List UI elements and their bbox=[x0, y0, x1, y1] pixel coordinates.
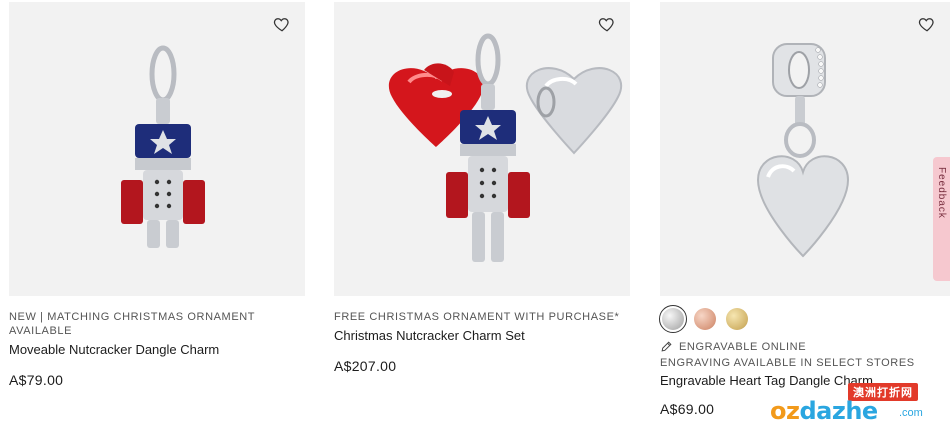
nutcracker-charm-image bbox=[121, 45, 205, 248]
metal-swatches bbox=[659, 305, 950, 333]
watermark-wordmark: ozdazhe bbox=[770, 397, 878, 425]
feedback-tab[interactable]: Feedback bbox=[933, 157, 950, 281]
product-card[interactable]: NEW | MATCHING CHRISTMAS ORNAMENT AVAILA… bbox=[9, 2, 305, 388]
watermark-domain: .com bbox=[899, 407, 923, 419]
wishlist-heart-icon[interactable] bbox=[598, 15, 616, 33]
product-image[interactable] bbox=[9, 2, 305, 296]
product-image[interactable] bbox=[660, 2, 950, 296]
swatch-silver[interactable] bbox=[659, 305, 687, 333]
product-price: A$79.00 bbox=[9, 372, 64, 388]
nutcracker-charm-set-image bbox=[388, 33, 622, 262]
product-tag: NEW | MATCHING CHRISTMAS ORNAMENT AVAILA… bbox=[9, 311, 255, 337]
watermark-logo: 澳洲打折网 ozdazhe .com bbox=[760, 377, 950, 433]
engravable-badge: ENGRAVABLE ONLINE bbox=[660, 340, 950, 353]
product-tag: FREE CHRISTMAS ORNAMENT WITH PURCHASE* bbox=[334, 311, 620, 323]
heart-tag-charm-image bbox=[756, 43, 850, 258]
product-name-link[interactable]: Christmas Nutcracker Charm Set bbox=[334, 328, 630, 344]
product-card[interactable]: ENGRAVABLE ONLINE ENGRAVING AVAILABLE IN… bbox=[659, 2, 950, 417]
product-price: A$207.00 bbox=[334, 358, 397, 374]
feedback-label: Feedback bbox=[936, 167, 947, 219]
swatch-gold[interactable] bbox=[726, 308, 748, 330]
product-card[interactable]: FREE CHRISTMAS ORNAMENT WITH PURCHASE* C… bbox=[334, 2, 630, 374]
product-tag: ENGRAVING AVAILABLE IN SELECT STORES bbox=[660, 357, 915, 369]
pencil-icon bbox=[661, 341, 672, 352]
wishlist-heart-icon[interactable] bbox=[273, 15, 291, 33]
swatch-rose-gold[interactable] bbox=[694, 308, 716, 330]
product-name-link[interactable]: Moveable Nutcracker Dangle Charm bbox=[9, 342, 305, 358]
product-image[interactable] bbox=[334, 2, 630, 296]
engrave-label: ENGRAVABLE ONLINE bbox=[679, 340, 807, 353]
wishlist-heart-icon[interactable] bbox=[918, 15, 936, 33]
